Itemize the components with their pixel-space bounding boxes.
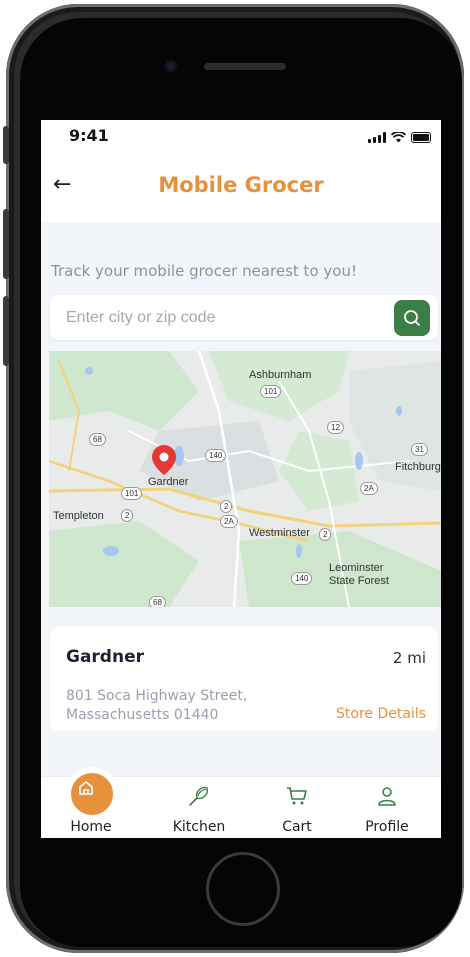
- store-details-link[interactable]: Store Details: [336, 706, 426, 722]
- app-header: ← Mobile Grocer: [41, 156, 441, 222]
- home-icon: [79, 781, 93, 795]
- route-shield: 2A: [220, 515, 238, 528]
- route-shield: 2A: [360, 482, 378, 495]
- search-input[interactable]: [64, 305, 378, 331]
- route-shield: 101: [121, 487, 143, 500]
- bottom-nav: Home Kitchen Cart Profile: [41, 767, 441, 838]
- map-label: Fitchburg: [395, 461, 441, 473]
- search-button[interactable]: [394, 300, 430, 336]
- app-screen: 9:41 ← Mobile Grocer Track your mobile g…: [41, 120, 441, 838]
- nav-label: Cart: [282, 819, 312, 835]
- route-shield: 68: [149, 596, 166, 607]
- volume-up-button: [3, 209, 9, 279]
- route-shield: 68: [89, 433, 106, 446]
- map-label: Ashburnham: [249, 369, 312, 381]
- wifi-icon: [391, 132, 406, 143]
- address-line-1: 801 Soca Highway Street,: [66, 688, 248, 704]
- route-shield: 140: [291, 572, 313, 585]
- search-icon: [404, 310, 420, 326]
- route-shield: 101: [260, 385, 282, 398]
- store-address: 801 Soca Highway Street, Massachusetts 0…: [66, 687, 306, 725]
- route-shield: 12: [327, 421, 344, 434]
- whisk-icon: [189, 786, 209, 806]
- home-active-indicator: [65, 767, 119, 821]
- nav-label: Kitchen: [172, 819, 226, 835]
- search-bar: [50, 295, 438, 340]
- status-icons: [368, 132, 431, 143]
- address-line-2: Massachusetts 01440: [66, 707, 219, 723]
- route-shield: 31: [411, 443, 428, 456]
- earpiece-speaker: [204, 63, 286, 70]
- page-title: Mobile Grocer: [158, 173, 324, 197]
- store-card[interactable]: Gardner 2 mi 801 Soca Highway Street, Ma…: [50, 627, 438, 731]
- front-camera: [165, 60, 177, 72]
- mute-switch: [3, 126, 9, 164]
- map-label: Leominster: [329, 562, 384, 574]
- map-label: Westminster: [249, 527, 310, 539]
- nav-cart[interactable]: Cart: [257, 777, 337, 838]
- nav-kitchen[interactable]: Kitchen: [159, 777, 239, 838]
- battery-icon: [411, 132, 431, 143]
- route-shield: 140: [205, 449, 227, 462]
- store-distance: 2 mi: [392, 649, 426, 667]
- status-time: 9:41: [69, 126, 109, 145]
- hardware-home-button[interactable]: [206, 852, 280, 926]
- nav-profile[interactable]: Profile: [347, 777, 427, 838]
- map-label: Templeton: [53, 510, 104, 522]
- status-bar: 9:41: [41, 120, 441, 156]
- map-label: State Forest: [329, 575, 389, 587]
- store-city: Gardner: [66, 647, 144, 667]
- store-map[interactable]: Ashburnham Gardner Templeton Westminster…: [49, 351, 441, 607]
- nav-label: Profile: [365, 819, 409, 835]
- nav-home[interactable]: Home: [51, 767, 131, 838]
- volume-down-button: [3, 296, 9, 366]
- map-label: Gardner: [148, 476, 189, 488]
- cart-icon: [287, 787, 307, 805]
- tagline-text: Track your mobile grocer nearest to you!: [51, 262, 357, 280]
- user-icon: [378, 787, 396, 806]
- signal-icon: [368, 132, 386, 143]
- nav-label: Home: [70, 819, 112, 835]
